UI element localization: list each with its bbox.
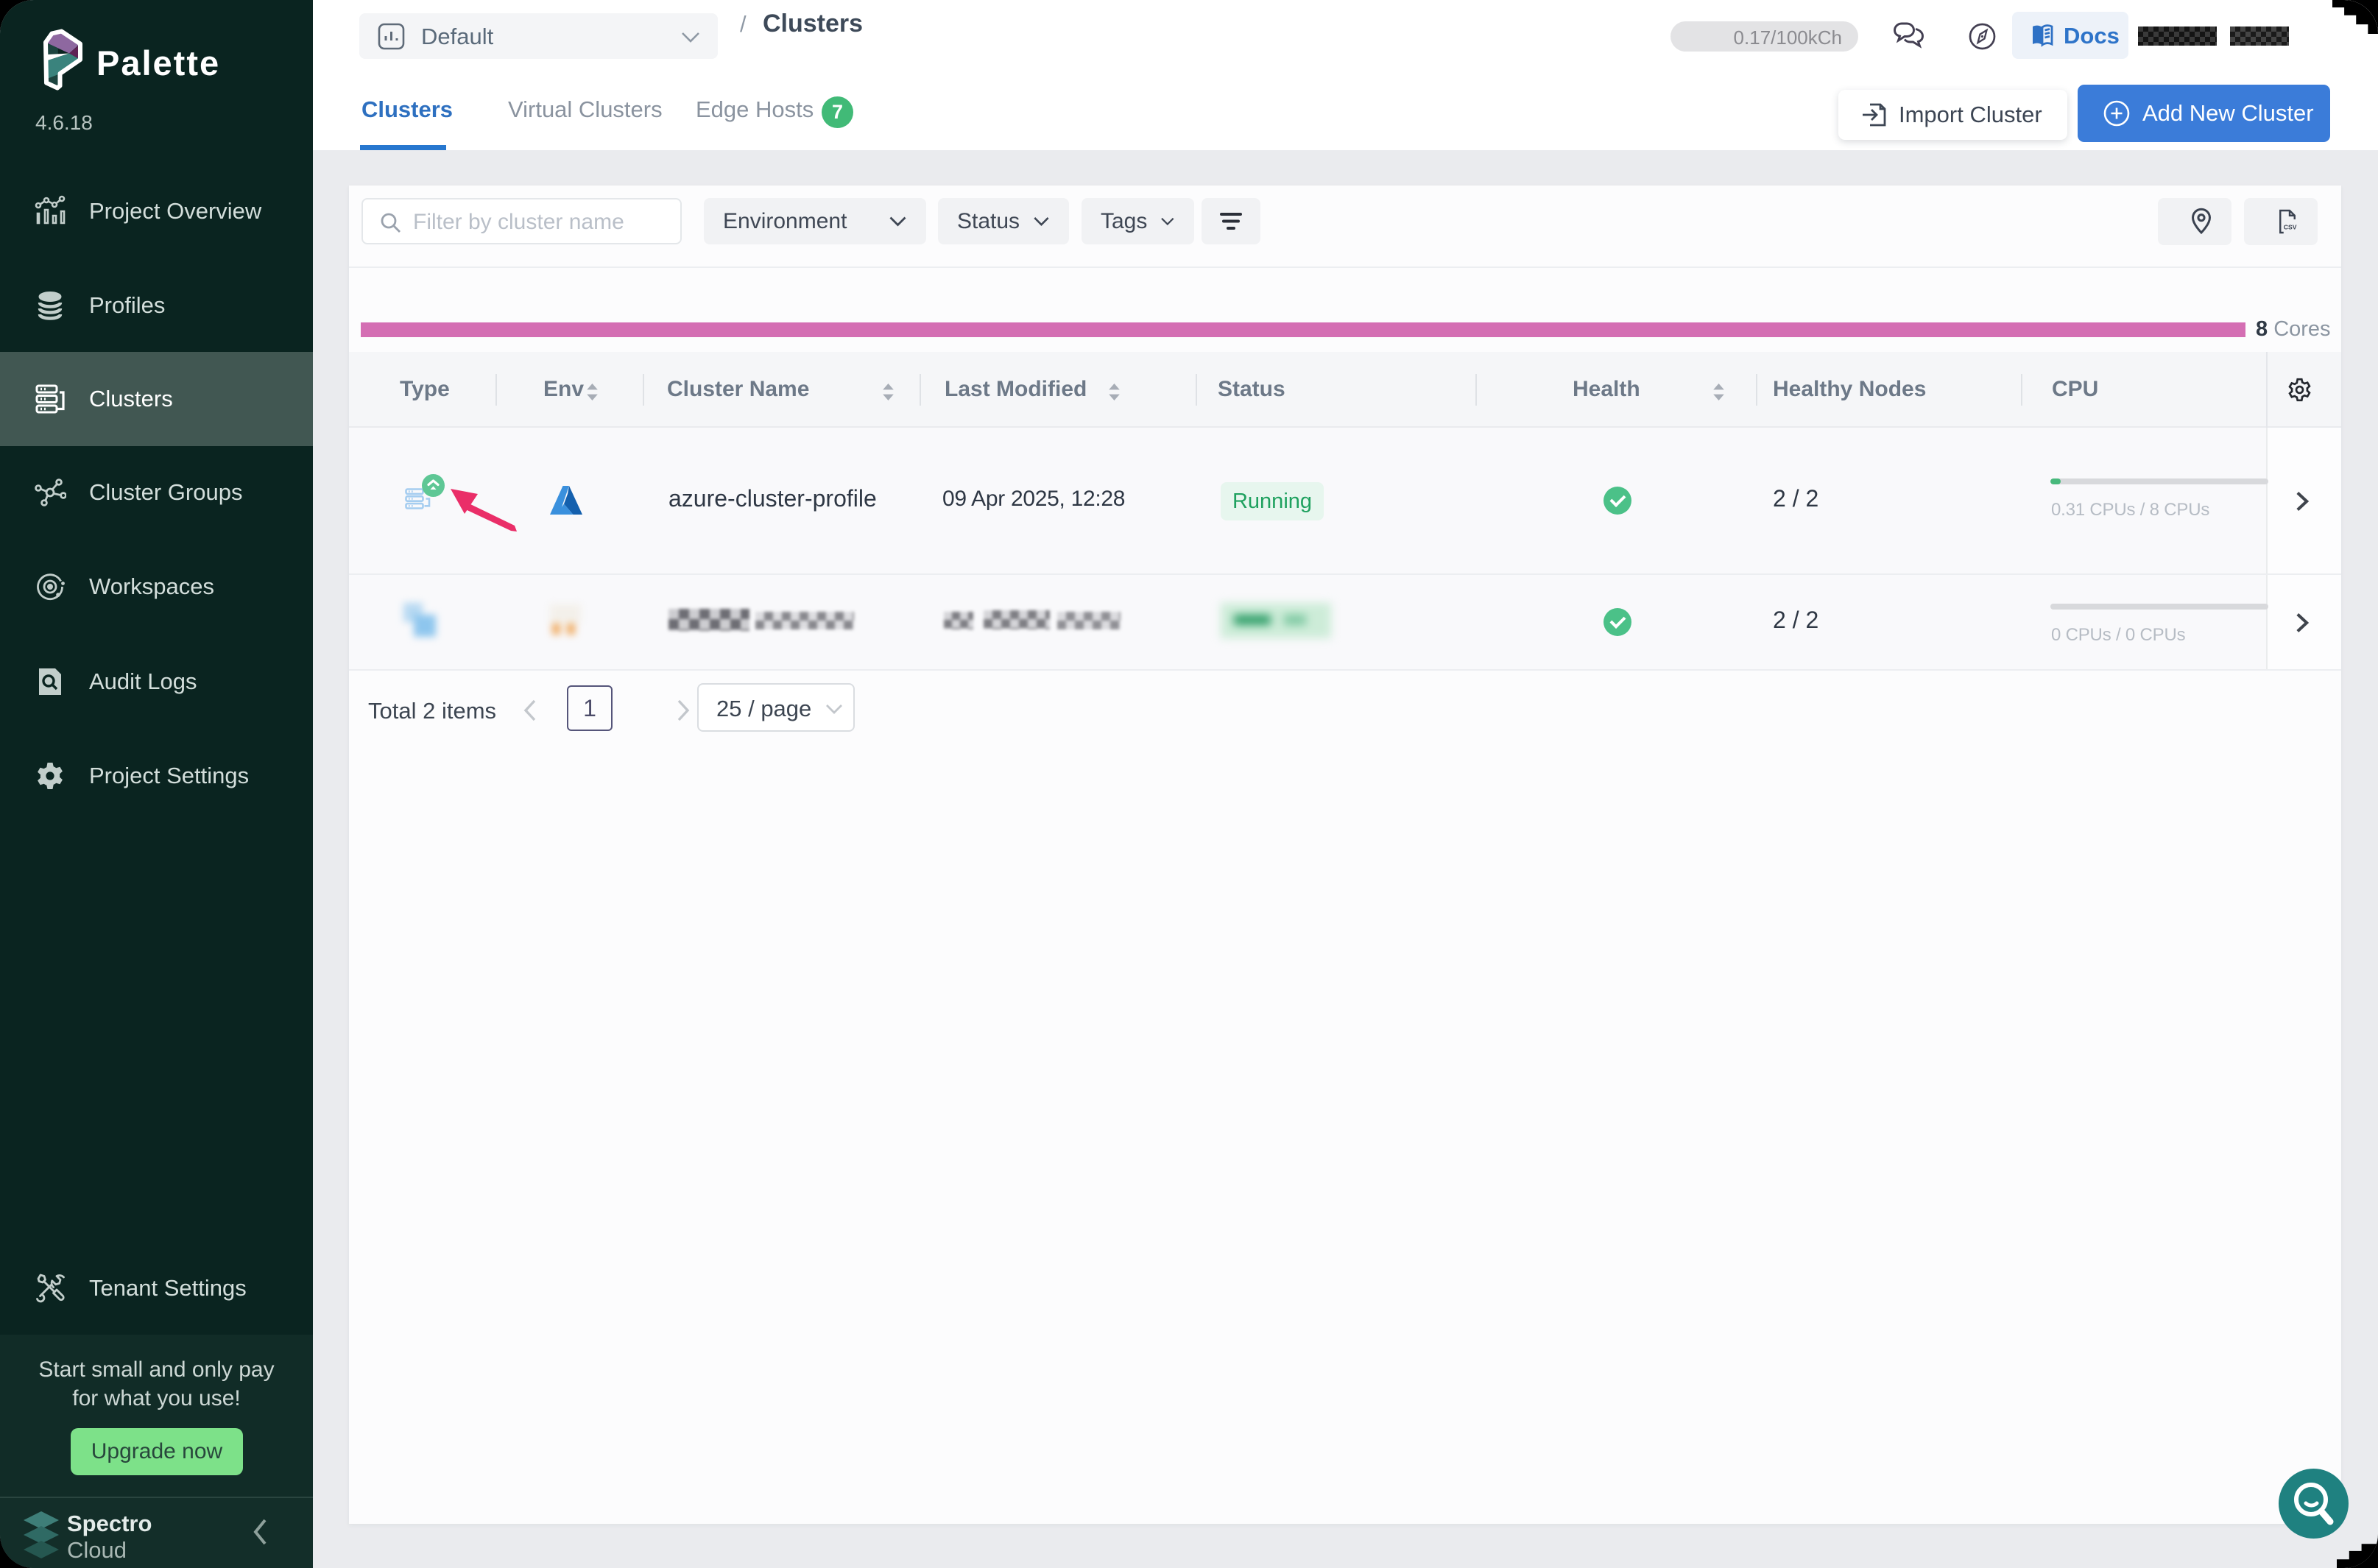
svg-text:CSV: CSV	[2284, 224, 2297, 231]
